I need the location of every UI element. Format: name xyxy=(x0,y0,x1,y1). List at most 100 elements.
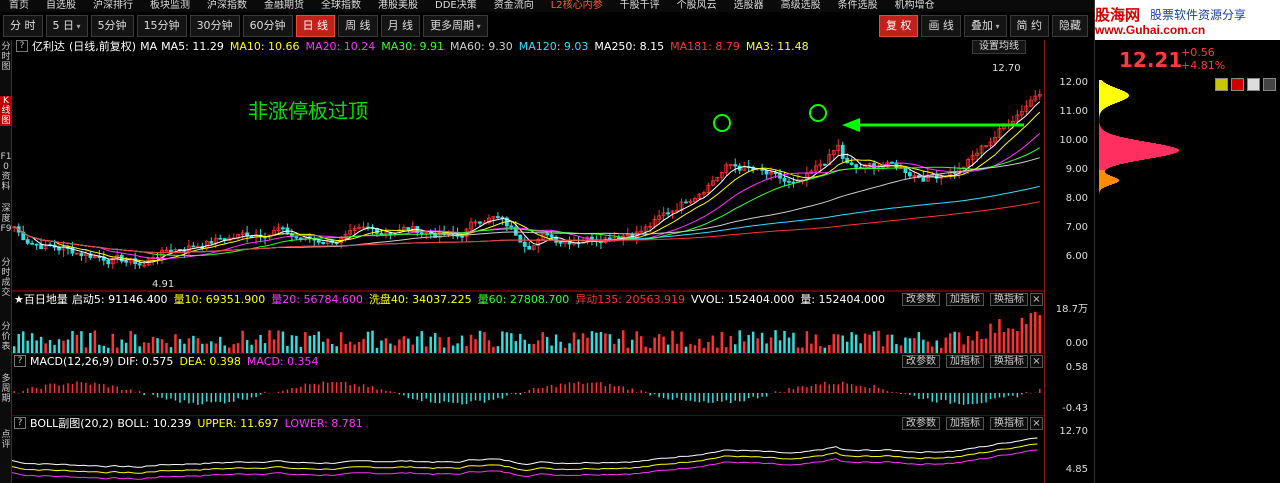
volume-bar xyxy=(913,338,916,353)
period-button[interactable]: 30分钟 xyxy=(189,15,240,37)
volume-bar xyxy=(416,336,419,353)
top-menu-item[interactable]: 选股器 xyxy=(725,0,772,12)
volume-bar xyxy=(756,338,759,353)
boll-values: BOLL: 10.239 UPPER: 11.697 LOWER: 8.781 xyxy=(117,417,362,431)
top-menu-item[interactable]: 港股美股 xyxy=(369,0,426,12)
period-button[interactable]: 分 时 xyxy=(3,15,43,37)
chip-bar xyxy=(1099,172,1106,173)
indicator-value: VVOL: 152404.000 xyxy=(691,293,795,306)
help-icon[interactable]: ? xyxy=(14,355,26,367)
candle-body xyxy=(854,164,859,168)
panel-button[interactable]: 加指标 xyxy=(946,293,984,306)
macd-panel[interactable]: ? MACD(12,26,9) DIF: 0.575 DEA: 0.398 MACD… xyxy=(12,353,1044,415)
panel-button[interactable]: 换指标 xyxy=(990,293,1028,306)
top-menu-item[interactable]: 全球指数 xyxy=(312,0,369,12)
top-menu-item[interactable]: 首页 xyxy=(0,0,37,12)
top-menu-item[interactable]: DDE决策 xyxy=(426,0,485,12)
period-button[interactable]: 周 线 xyxy=(338,15,378,37)
chip-bar xyxy=(1099,171,1105,172)
close-panel-button[interactable]: × xyxy=(1030,417,1043,430)
volume-bar xyxy=(895,344,898,353)
volume-bar xyxy=(223,345,226,353)
top-menu-item[interactable]: 金融期货 xyxy=(255,0,312,12)
panel-button[interactable]: 改参数 xyxy=(902,355,940,368)
volume-bar xyxy=(102,345,106,353)
tool-button[interactable]: 复 权 xyxy=(878,15,919,37)
volume-bar xyxy=(353,344,356,353)
panel-button[interactable]: 换指标 xyxy=(990,355,1028,368)
left-tab[interactable]: 多周期 xyxy=(0,374,12,404)
tool-button[interactable]: 画 线 xyxy=(921,15,961,37)
left-tab[interactable]: F10资料 xyxy=(0,152,12,192)
top-menu-item[interactable]: 沪深排行 xyxy=(84,0,141,12)
period-button[interactable]: 5 日 xyxy=(45,15,88,37)
panel-button[interactable]: 改参数 xyxy=(902,293,940,306)
period-button[interactable]: 更多周期 xyxy=(423,15,488,37)
panel-button[interactable]: 加指标 xyxy=(946,417,984,430)
chip-bar xyxy=(1099,150,1179,151)
close-panel-button[interactable]: × xyxy=(1030,355,1043,368)
top-menu-item[interactable]: 个股风云 xyxy=(668,0,725,12)
left-tab[interactable]: 分时成交 xyxy=(0,258,12,298)
chip-bar xyxy=(1099,128,1102,129)
candle-body xyxy=(316,239,321,243)
volume-bar xyxy=(989,323,992,353)
kline-chart[interactable]: ? 亿利达 (日线,前复权) MA MA5: 11.29 MA10: 10.66 M… xyxy=(12,40,1044,291)
left-tab[interactable]: 分时图 xyxy=(0,42,12,72)
candle-body xyxy=(733,164,738,167)
candle-body xyxy=(209,241,214,244)
top-menu-item[interactable]: 高级选股 xyxy=(772,0,829,12)
candle-body xyxy=(522,241,527,247)
period-button[interactable]: 15分钟 xyxy=(136,15,187,37)
left-tab[interactable]: 点评 xyxy=(0,430,12,450)
chip-bar xyxy=(1099,186,1107,187)
period-button[interactable]: 5分钟 xyxy=(90,15,134,37)
volume-bar xyxy=(729,335,732,353)
tool-button[interactable]: 叠加 xyxy=(963,15,1007,37)
volume-bar xyxy=(263,343,267,353)
top-menu-item[interactable]: 千股千评 xyxy=(611,0,668,12)
top-menu-item[interactable]: 自选股 xyxy=(37,0,84,12)
tool-button[interactable]: 简 约 xyxy=(1009,15,1049,37)
volume-bar xyxy=(769,337,773,353)
chip-bar xyxy=(1099,97,1128,98)
top-menu-item[interactable]: 沪深指数 xyxy=(198,0,255,12)
volume-bar xyxy=(398,339,401,353)
volume-bar xyxy=(707,341,710,353)
panel-button[interactable]: 加指标 xyxy=(946,355,984,368)
volume-bar xyxy=(111,333,114,353)
price-tick: 6.00 xyxy=(1065,251,1088,262)
tool-button[interactable]: 隐藏 xyxy=(1052,15,1088,37)
help-icon[interactable]: ? xyxy=(14,417,26,429)
volume-values: 启动5: 91146.400 量10: 69351.900 量20: 56784.6… xyxy=(72,293,885,307)
volume-panel[interactable]: ★百日地量 启动5: 91146.400 量10: 69351.900 量20: 5… xyxy=(12,291,1044,353)
left-tab[interactable]: K线图 xyxy=(0,96,12,126)
top-menu-item[interactable]: 资金流向 xyxy=(485,0,542,12)
panel-button[interactable]: 改参数 xyxy=(902,417,940,430)
top-menu-item[interactable]: L2核心内参 xyxy=(542,0,611,12)
chip-bar xyxy=(1099,85,1111,86)
period-button[interactable]: 日 线 xyxy=(295,15,336,37)
marker-circle xyxy=(809,104,827,122)
chip-bar xyxy=(1099,157,1156,158)
candle-body xyxy=(509,225,514,228)
brand-url: www.Guhai.com.cn xyxy=(1095,23,1206,37)
panel-button[interactable]: 换指标 xyxy=(990,417,1028,430)
last-price: 12.21 xyxy=(1119,48,1183,72)
top-menu-item[interactable]: 板块监测 xyxy=(141,0,198,12)
chip-bar xyxy=(1099,113,1101,114)
volume-bar xyxy=(57,339,61,353)
period-button[interactable]: 月 线 xyxy=(380,15,421,37)
boll-panel[interactable]: ? BOLL副图(20,2) BOLL: 10.239 UPPER: 11.697… xyxy=(12,415,1044,483)
volume-bar xyxy=(639,336,643,353)
candle-body xyxy=(684,201,688,204)
close-panel-button[interactable]: × xyxy=(1030,293,1043,306)
volume-bar xyxy=(1016,331,1019,353)
left-tab[interactable]: 分价表 xyxy=(0,322,12,352)
left-tab[interactable]: 深度F9 xyxy=(0,204,12,234)
top-menu-item[interactable]: 机构增仓 xyxy=(886,0,943,12)
volume-bar xyxy=(577,339,580,353)
period-button[interactable]: 60分钟 xyxy=(242,15,293,37)
volume-bar xyxy=(1002,332,1006,353)
top-menu-item[interactable]: 条件选股 xyxy=(829,0,886,12)
